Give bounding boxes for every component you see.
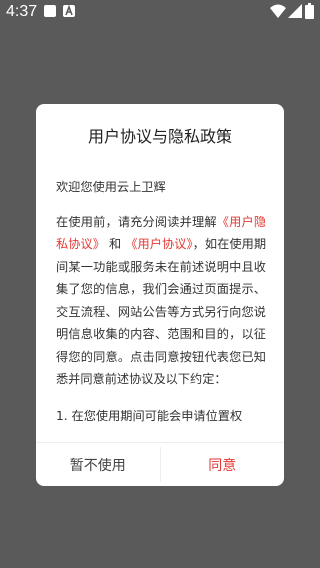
dialog-footer: 暂不使用 同意 <box>36 442 284 486</box>
list-item: 1. 在您使用期间可能会申请位置权 <box>56 408 243 423</box>
dialog-body[interactable]: 欢迎您使用云上卫辉 在使用前，请充分阅读并理解《用户隐私协议》 和 《用户协议》… <box>56 176 266 426</box>
status-time: 4:37 <box>6 3 38 20</box>
greeting-text: 欢迎您使用云上卫辉 <box>56 180 166 194</box>
dialog-title: 用户协议与隐私政策 <box>87 127 232 146</box>
decline-button[interactable]: 暂不使用 <box>36 443 160 486</box>
and-text: 和 <box>108 237 122 251</box>
notification-a-icon <box>63 5 75 17</box>
paragraph-intro: 在使用前，请充分阅读并理解 <box>56 214 217 229</box>
paragraph-rest: ，如在使用期间某一功能或服务未在前述说明中且收集了您的信息，我们会通过页面提示、… <box>56 237 266 386</box>
signal-icon <box>288 4 302 18</box>
battery-icon <box>305 3 314 19</box>
privacy-dialog: 用户协议与隐私政策 欢迎您使用云上卫辉 在使用前，请充分阅读并理解《用户隐私协议… <box>36 104 284 486</box>
user-agreement-link[interactable]: 《用户协议》 <box>125 237 192 251</box>
notification-square-icon <box>44 5 56 17</box>
status-bar: 4:37 <box>0 0 320 24</box>
agreement-paragraph: 在使用前，请充分阅读并理解《用户隐私协议》 和 《用户协议》，如在使用期间某一功… <box>56 211 266 391</box>
wifi-icon <box>270 4 286 18</box>
agree-button[interactable]: 同意 <box>161 443 285 486</box>
